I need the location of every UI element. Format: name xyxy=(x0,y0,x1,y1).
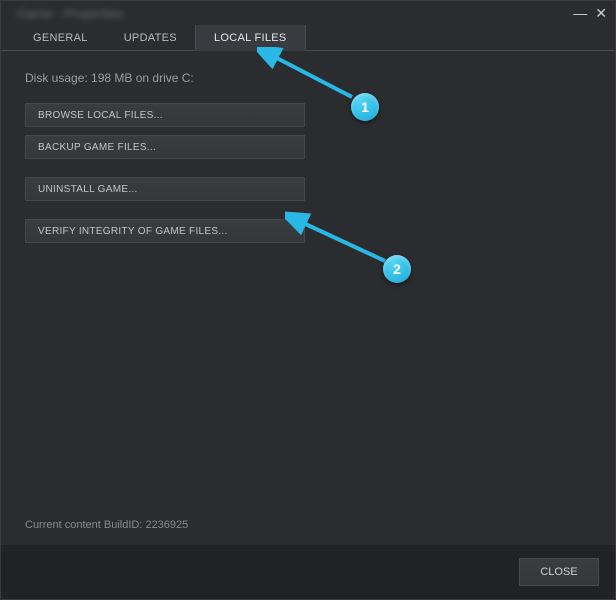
close-button[interactable]: CLOSE xyxy=(519,558,599,586)
properties-window: Game - Properties — ✕ GENERAL UPDATES LO… xyxy=(0,0,616,600)
uninstall-game-button[interactable]: UNINSTALL GAME... xyxy=(25,177,305,201)
annotation-arrow-2 xyxy=(285,211,405,271)
window-title: Game - Properties xyxy=(9,6,123,21)
window-controls: — ✕ xyxy=(573,5,607,22)
titlebar[interactable]: Game - Properties — ✕ xyxy=(1,1,615,25)
footer: CLOSE xyxy=(1,545,615,599)
tab-content: Disk usage: 198 MB on drive C: BROWSE LO… xyxy=(1,51,615,541)
close-icon[interactable]: ✕ xyxy=(595,5,607,22)
build-id-label: Current content BuildID: 2236925 xyxy=(25,519,188,531)
verify-integrity-button[interactable]: VERIFY INTEGRITY OF GAME FILES... xyxy=(25,219,305,243)
minimize-icon[interactable]: — xyxy=(573,5,587,22)
backup-game-files-button[interactable]: BACKUP GAME FILES... xyxy=(25,135,305,159)
annotation-arrow-1 xyxy=(257,47,377,107)
tab-general[interactable]: GENERAL xyxy=(15,25,106,50)
tab-updates[interactable]: UPDATES xyxy=(106,25,195,50)
